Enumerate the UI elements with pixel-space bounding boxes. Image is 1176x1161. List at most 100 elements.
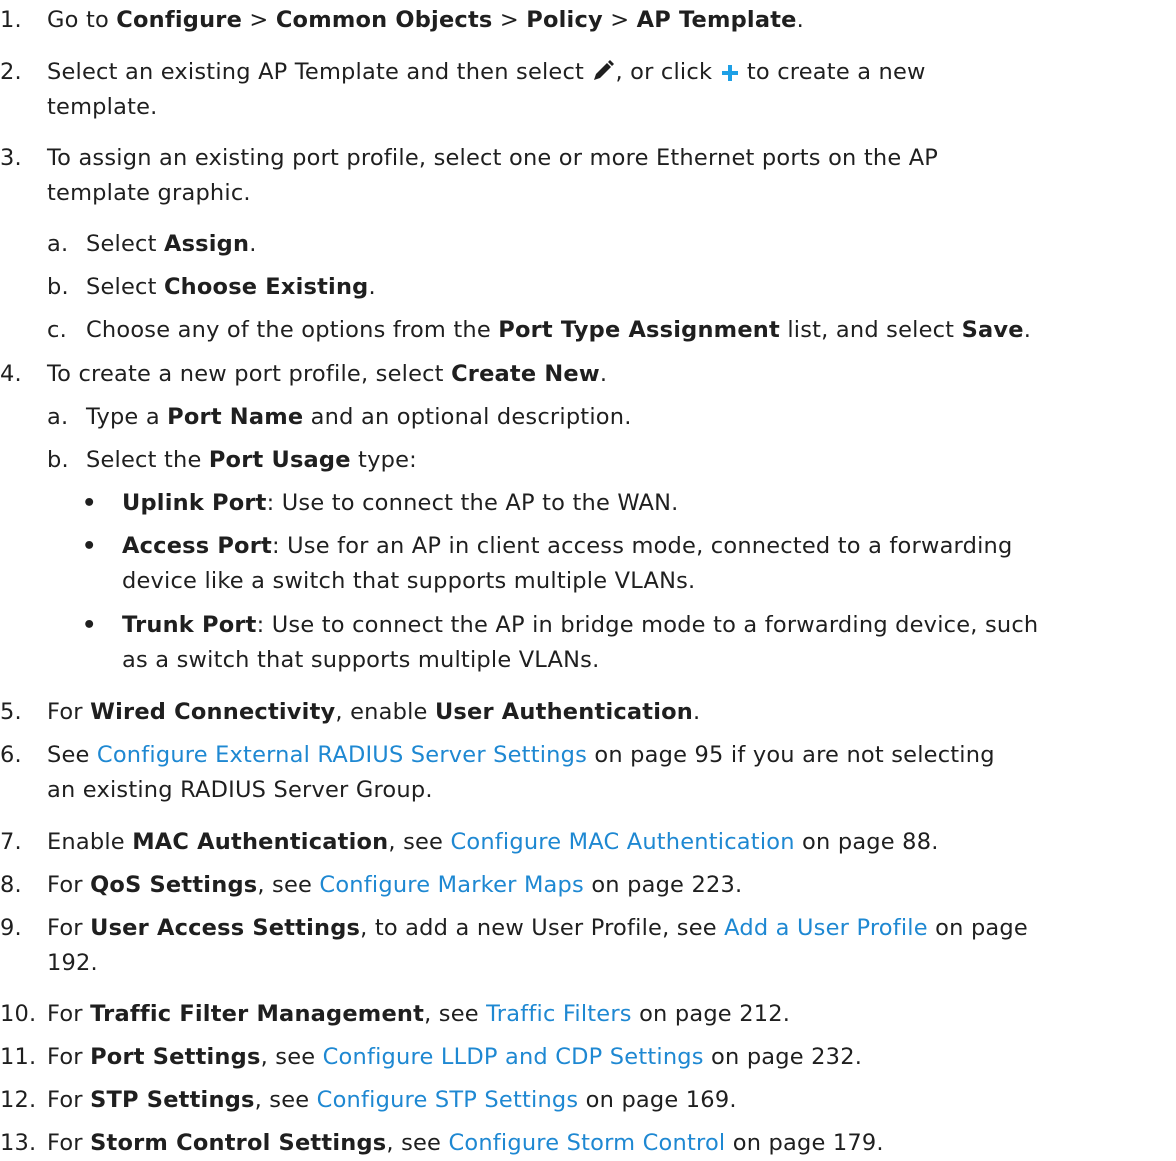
ui-term: Policy xyxy=(526,7,603,33)
text-segment: . xyxy=(368,274,376,300)
text-segment: Go to xyxy=(47,7,117,33)
text-segment: type: xyxy=(350,447,417,473)
step-number: 1. xyxy=(0,7,22,33)
ui-term: Create New xyxy=(451,361,600,387)
cross-reference-link[interactable]: Configure External RADIUS Server Setting… xyxy=(97,742,587,768)
text-segment: Select xyxy=(86,274,164,300)
step-text-segment: Select an existing AP Template and then … xyxy=(47,59,592,85)
ui-term: Save xyxy=(961,317,1024,343)
text-segment: on page 232. xyxy=(703,1044,863,1070)
bullet-dot: • xyxy=(82,612,97,638)
text-segment: , enable xyxy=(335,699,435,725)
text-segment: For xyxy=(47,872,91,898)
step-text: For Wired Connectivity, enable User Auth… xyxy=(47,695,700,730)
step-number: 8. xyxy=(0,872,22,898)
step-number: 10. xyxy=(0,1001,37,1027)
ui-term: MAC Authentication xyxy=(132,829,389,855)
text-segment: on page 88. xyxy=(794,829,939,855)
step-text: For QoS Settings, see Configure Marker M… xyxy=(47,868,742,903)
ui-term: Assign xyxy=(163,231,250,257)
substep-text: Select Assign. xyxy=(86,227,257,262)
ui-term: QoS Settings xyxy=(90,872,258,898)
text-segment: Type a xyxy=(86,404,168,430)
text-segment: > xyxy=(242,7,276,33)
cross-reference-link[interactable]: Configure Marker Maps xyxy=(319,872,584,898)
substep-letter: a. xyxy=(47,231,69,257)
text-segment: , see xyxy=(388,829,451,855)
text-segment: , see xyxy=(260,1044,323,1070)
text-segment: on page xyxy=(927,915,1028,941)
text-segment: . xyxy=(249,231,257,257)
text-segment: See xyxy=(47,742,97,768)
ui-term: Port Name xyxy=(167,404,304,430)
text-segment: For xyxy=(47,915,91,941)
cross-reference-link[interactable]: Traffic Filters xyxy=(486,1001,632,1027)
bullet-label: Uplink Port xyxy=(122,490,267,516)
text-segment: . xyxy=(1023,317,1032,343)
ui-term: Storm Control Settings xyxy=(90,1130,387,1156)
text-segment: on page 212. xyxy=(631,1001,791,1027)
cross-reference-link[interactable]: Add a User Profile xyxy=(724,915,928,941)
text-segment: on page 223. xyxy=(583,872,743,898)
substep-text: Select the Port Usage type: xyxy=(86,443,417,478)
step-number: 6. xyxy=(0,742,22,768)
text-segment: Select xyxy=(86,231,164,257)
bullet-label: Access Port xyxy=(122,533,272,559)
text-segment: > xyxy=(492,7,527,33)
ui-term: User Access Settings xyxy=(90,915,361,941)
bullet-text: : Use to connect the AP in bridge mode t… xyxy=(256,612,1039,638)
text-segment: To create a new port profile, select xyxy=(47,361,452,387)
text-segment: , see xyxy=(424,1001,487,1027)
bullet-label: Trunk Port xyxy=(122,612,257,638)
bullet-dot: • xyxy=(82,533,97,559)
text-segment: > xyxy=(602,7,637,33)
text-segment: , see xyxy=(257,872,320,898)
procedure-document: 1. Go to Configure > Common Objects > Po… xyxy=(0,0,1176,1156)
step-number: 13. xyxy=(0,1130,37,1156)
step-text: Go to Configure > Common Objects > Polic… xyxy=(47,3,804,38)
text-segment: on page 95 if you are not selecting xyxy=(587,742,995,768)
text-segment: Choose any of the options from the xyxy=(86,317,499,343)
text-segment: For xyxy=(47,699,91,725)
step-text-segment: to create a new xyxy=(739,59,926,85)
ui-term: Traffic Filter Management xyxy=(90,1001,425,1027)
text-segment: on page 179. xyxy=(725,1130,884,1156)
cross-reference-link[interactable]: Configure MAC Authentication xyxy=(450,829,794,855)
ui-term: User Authentication xyxy=(434,699,694,725)
cross-reference-link[interactable]: Configure LLDP and CDP Settings xyxy=(323,1044,704,1070)
ui-term: Wired Connectivity xyxy=(90,699,336,725)
step-number: 11. xyxy=(0,1044,37,1070)
cross-reference-link[interactable]: Configure Storm Control xyxy=(448,1130,725,1156)
text-segment: . xyxy=(796,7,805,33)
step-text: For User Access Settings, to add a new U… xyxy=(47,911,1028,946)
text-segment: For xyxy=(47,1130,91,1156)
text-segment: For xyxy=(47,1044,91,1070)
text-segment: list, and select xyxy=(779,317,962,343)
text-segment: . xyxy=(599,361,608,387)
text-segment: on page 169. xyxy=(578,1087,737,1113)
step-text: Enable MAC Authentication, see Configure… xyxy=(47,825,939,860)
substep-letter: a. xyxy=(47,404,69,430)
step-text-segment: , or click xyxy=(615,59,720,85)
ui-term: Choose Existing xyxy=(163,274,369,300)
ui-term: Port Type Assignment xyxy=(498,317,780,343)
text-segment: Enable xyxy=(47,829,133,855)
text-segment: Select the xyxy=(86,447,209,473)
ui-term: Port Usage xyxy=(208,447,351,473)
ui-term: AP Template xyxy=(636,7,797,33)
substep-text: Select Choose Existing. xyxy=(86,270,376,305)
substep-letter: c. xyxy=(47,317,67,343)
step-text: For Port Settings, see Configure LLDP an… xyxy=(47,1040,862,1075)
text-segment: For xyxy=(47,1001,91,1027)
bullet-dot: • xyxy=(82,490,97,516)
text-segment: , see xyxy=(254,1087,317,1113)
cross-reference-link[interactable]: Configure STP Settings xyxy=(317,1087,579,1113)
step-text: Select an existing AP Template and then … xyxy=(47,55,926,94)
text-segment: . xyxy=(693,699,701,725)
bullet-text: : Use for an AP in client access mode, c… xyxy=(271,533,1013,559)
step-text: For STP Settings, see Configure STP Sett… xyxy=(47,1083,737,1118)
step-text: For Traffic Filter Management, see Traff… xyxy=(47,997,790,1032)
step-number: 12. xyxy=(0,1087,37,1113)
step-number: 5. xyxy=(0,699,22,725)
step-number: 3. xyxy=(0,145,22,171)
